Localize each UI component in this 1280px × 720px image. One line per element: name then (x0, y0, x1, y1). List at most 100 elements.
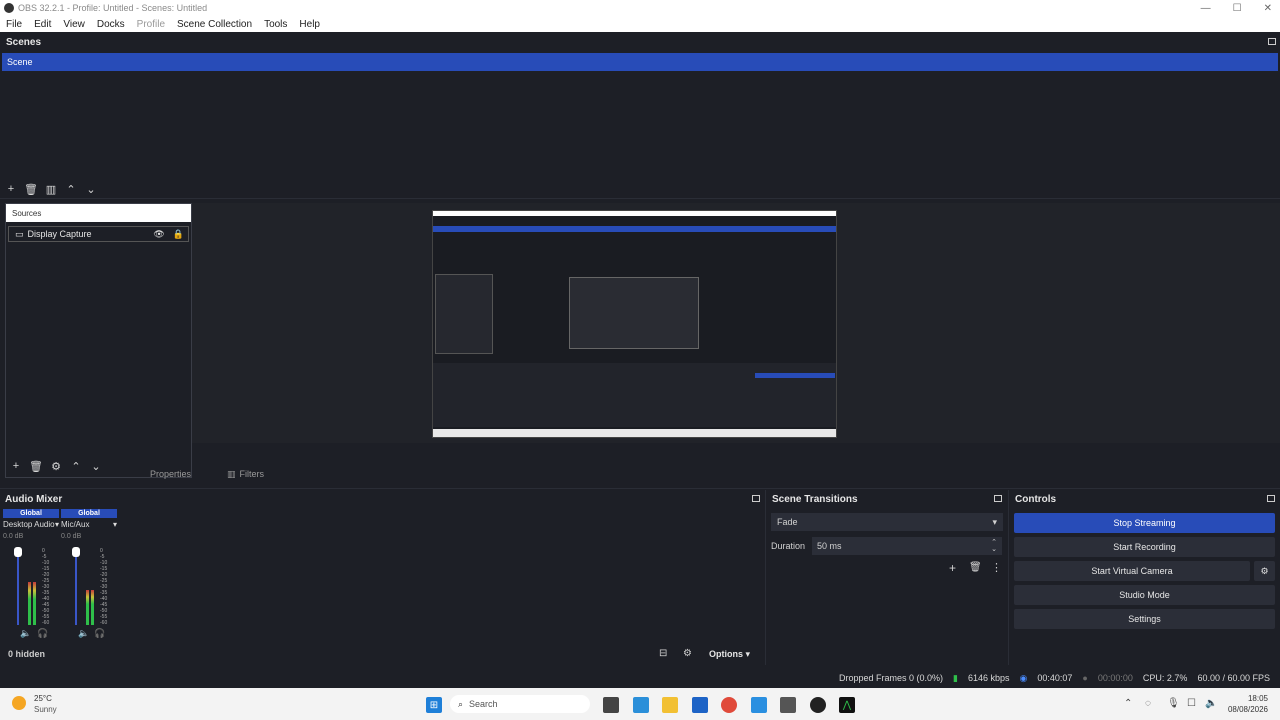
microphone-icon[interactable]: 🎙 (1167, 698, 1180, 709)
tray-app-icon[interactable]: ◌ (1145, 698, 1151, 709)
preview-nested-titlebar (433, 211, 836, 216)
dock-float-icon[interactable] (1268, 38, 1276, 45)
network-icon[interactable]: ☐ (1187, 698, 1196, 709)
filters-icon: ▥ (227, 468, 236, 479)
visibility-eye-icon[interactable]: 👁 (153, 229, 164, 240)
settings-button[interactable]: Settings (1014, 609, 1275, 629)
edge-icon[interactable] (751, 697, 767, 713)
menu-profile[interactable]: Profile (131, 19, 171, 30)
scene-item[interactable]: Scene (2, 53, 1278, 71)
source-item[interactable]: ▭ Display Capture 👁 🔒 (8, 226, 189, 242)
menu-file[interactable]: File (0, 19, 28, 30)
volume-icon[interactable]: 🔈 (1205, 698, 1217, 709)
dropped-frames: Dropped Frames 0 (0.0%) (838, 673, 944, 683)
scene-filters-icon[interactable]: ▥ (43, 182, 59, 196)
close-icon[interactable]: ✕ (1264, 3, 1272, 14)
duration-label: Duration (771, 541, 806, 551)
weather-desc[interactable]: Sunny (34, 705, 57, 714)
remove-transition-icon[interactable]: 🗑 (969, 562, 982, 573)
maximize-icon[interactable]: ☐ (1233, 3, 1242, 14)
meter-scale: 0 -5 -10 -15 -20 -25 -30 -35 -40 -45 -50 -55 -60 (42, 548, 54, 626)
virtual-camera-settings-icon[interactable]: ⚙ (1254, 561, 1275, 581)
minimize-icon[interactable]: — (1201, 3, 1211, 14)
start-virtual-camera-button[interactable]: Start Virtual Camera (1014, 561, 1250, 581)
menu-docks[interactable]: Docks (91, 19, 131, 30)
stop-streaming-button[interactable]: Stop Streaming (1014, 513, 1275, 533)
widgets-icon[interactable] (633, 697, 649, 713)
scene-transitions-header: Scene Transitions (772, 493, 858, 505)
remove-source-icon[interactable]: 🗑 (28, 459, 44, 473)
chrome-icon[interactable] (721, 697, 737, 713)
windows-start-icon[interactable]: ⊞ (426, 697, 442, 713)
terminal-icon[interactable]: ⋀ (839, 697, 855, 713)
title-bar: OBS 32.2.1 - Profile: Untitled - Scenes:… (0, 0, 1280, 16)
studio-mode-button[interactable]: Studio Mode (1014, 585, 1275, 605)
preview-nested-sources (435, 274, 493, 354)
start-recording-button[interactable]: Start Recording (1014, 537, 1275, 557)
status-bar: Dropped Frames 0 (0.0%) ▮ 6146 kbps ◉ 00… (0, 670, 1280, 686)
volume-slider-track[interactable] (17, 557, 19, 625)
headphones-icon[interactable]: 🎧 (37, 628, 48, 639)
menu-scene-collection[interactable]: Scene Collection (171, 19, 258, 30)
volume-slider-track[interactable] (75, 557, 77, 625)
speaker-icon[interactable]: 🔈 (20, 628, 31, 639)
app-icon[interactable] (780, 697, 796, 713)
advanced-settings-icon[interactable]: ⚙ (683, 648, 692, 659)
options-button[interactable]: Options ▾ (709, 649, 750, 660)
weather-temp[interactable]: 25°C (34, 694, 52, 703)
preview-canvas[interactable] (432, 210, 837, 438)
clock-date[interactable]: 08/08/2026 (1218, 705, 1268, 714)
headphones-icon[interactable]: 🎧 (94, 628, 105, 639)
properties-tab[interactable]: Properties (150, 466, 191, 482)
menu-edit[interactable]: Edit (28, 19, 57, 30)
transition-menu-icon[interactable]: ⋮ (991, 561, 1002, 574)
dropdown-arrow-icon[interactable]: ▾ (55, 520, 59, 529)
add-transition-icon[interactable]: + (949, 561, 956, 575)
add-source-icon[interactable]: + (8, 459, 24, 473)
global-badge[interactable]: Global (61, 509, 117, 518)
level-bar (33, 582, 36, 625)
source-properties-icon[interactable]: ⚙ (48, 459, 64, 473)
duration-spinbox[interactable]: 50 ms ⌃ ⌄ (812, 537, 1002, 555)
hidden-count[interactable]: 0 hidden (8, 649, 45, 659)
menu-view[interactable]: View (57, 19, 91, 30)
dock-float-icon[interactable] (752, 495, 760, 502)
task-view-icon[interactable] (603, 697, 619, 713)
transition-select[interactable]: Fade ▾ (771, 513, 1003, 531)
global-badge[interactable]: Global (3, 509, 59, 518)
layout-icon[interactable]: ⊟ (659, 648, 667, 659)
spin-arrows-icon[interactable]: ⌃ ⌄ (991, 539, 997, 553)
add-scene-icon[interactable]: + (3, 182, 19, 196)
remove-scene-icon[interactable]: 🗑 (23, 182, 39, 196)
volume-slider-handle[interactable] (14, 547, 22, 557)
move-up-icon[interactable]: ⌃ (63, 182, 79, 196)
source-down-icon[interactable]: ⌄ (88, 459, 104, 473)
chevron-down-icon: ▾ (992, 516, 997, 527)
dropdown-arrow-icon[interactable]: ▾ (113, 520, 117, 529)
filters-tab[interactable]: ▥ Filters (227, 466, 264, 482)
volume-meter-desktop (14, 547, 24, 625)
divider (765, 490, 766, 665)
move-down-icon[interactable]: ⌄ (83, 182, 99, 196)
obs-taskbar-icon[interactable] (810, 697, 826, 713)
speaker-icon[interactable]: 🔈 (78, 628, 89, 639)
tray-chevron-icon[interactable]: ⌃ (1124, 698, 1132, 709)
volume-slider-handle[interactable] (72, 547, 80, 557)
source-up-icon[interactable]: ⌃ (68, 459, 84, 473)
level-meter-mic (86, 547, 96, 625)
menu-tools[interactable]: Tools (258, 19, 293, 30)
scenes-list: Scene (2, 53, 1278, 178)
level-bar (28, 582, 31, 625)
level-bar (86, 590, 89, 625)
file-explorer-icon[interactable] (662, 697, 678, 713)
clock-time[interactable]: 18:05 (1228, 694, 1268, 703)
store-icon[interactable] (692, 697, 708, 713)
dock-float-icon[interactable] (1267, 495, 1275, 502)
preview-nested-taskbar (433, 429, 836, 437)
lock-icon[interactable]: 🔒 (173, 229, 184, 240)
dock-float-icon[interactable] (994, 495, 1002, 502)
preview-nested-stop (755, 373, 835, 378)
menu-help[interactable]: Help (293, 19, 326, 30)
sun-icon[interactable] (12, 696, 26, 710)
taskbar-search[interactable]: ⌕ Search (450, 695, 590, 713)
